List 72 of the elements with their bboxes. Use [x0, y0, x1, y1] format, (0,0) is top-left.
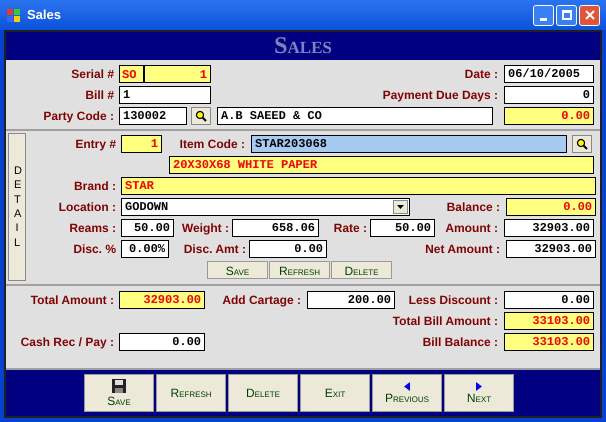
field-label: Disc. %	[72, 240, 117, 258]
field-label: Brand :	[73, 178, 117, 194]
left-arrow-icon	[404, 382, 410, 390]
toolbar-button[interactable]: Next	[444, 374, 514, 412]
detail-action-button[interactable]: Delete	[331, 261, 392, 279]
input-field[interactable]: 33103.00	[504, 332, 594, 350]
search-icon	[195, 110, 207, 122]
field-label: Less Discount :	[408, 292, 499, 308]
input-field[interactable]: 33103.00	[504, 312, 594, 330]
field-label: Bill Balance :	[422, 334, 499, 350]
input-field[interactable]: 0	[504, 86, 594, 104]
input-field[interactable]: 50.00	[370, 218, 435, 236]
toolbar-button[interactable]: Exit	[300, 374, 370, 412]
input-field[interactable]: 06/10/2005	[504, 64, 594, 82]
maximize-button[interactable]	[556, 4, 577, 26]
input-field[interactable]: 0.00	[506, 198, 596, 216]
input-field[interactable]: 200.00	[307, 290, 395, 308]
input-field[interactable]: 130002	[119, 106, 187, 124]
right-arrow-icon	[476, 382, 482, 390]
toolbar-button[interactable]: Save	[84, 374, 154, 412]
field-label: Item Code :	[178, 136, 246, 152]
input-field[interactable]: 0.00%	[121, 240, 169, 258]
field-label: Location :	[58, 198, 117, 216]
toolbar-button[interactable]: Delete	[228, 374, 298, 412]
field-label: Total Bill Amount :	[392, 312, 499, 330]
input-field[interactable]: 1	[121, 134, 162, 152]
input-field[interactable]: 0.00	[504, 106, 594, 124]
input-field[interactable]: 50.00	[121, 218, 174, 236]
field-label: Total Amount :	[30, 292, 115, 308]
close-button[interactable]	[579, 4, 600, 26]
serial-field[interactable]: SO 1	[119, 64, 211, 82]
field-label: Entry #	[74, 136, 117, 152]
detail-action-button[interactable]: Save	[207, 261, 268, 279]
input-field[interactable]: 0.00	[504, 290, 594, 308]
search-button[interactable]	[191, 106, 211, 124]
field-label: Rate :	[332, 220, 368, 236]
toolbar-button[interactable]: Previous	[372, 374, 442, 412]
field-label: Balance :	[446, 198, 501, 216]
input-field[interactable]: STAR203068	[251, 134, 567, 152]
input-field[interactable]: 1	[119, 86, 211, 104]
window-title: Sales	[27, 6, 61, 24]
field-label: Disc. Amt :	[182, 240, 247, 258]
input-field[interactable]: 32903.00	[506, 240, 596, 258]
field-label: Net Amount :	[424, 240, 501, 258]
input-field[interactable]: 658.06	[232, 218, 319, 236]
field-label: Bill #	[84, 86, 115, 104]
field-label: Weight :	[180, 220, 230, 236]
field-label: Payment Due Days :	[382, 86, 499, 104]
field-label: Serial #	[70, 66, 115, 82]
field-label: Reams :	[68, 220, 117, 236]
detail-action-button[interactable]: Refresh	[269, 261, 330, 279]
input-field[interactable]: 20X30X68 WHITE PAPER	[169, 156, 594, 174]
field-label: Date :	[464, 66, 499, 82]
input-field[interactable]: 0.00	[249, 240, 327, 258]
field-label: Party Code :	[42, 108, 115, 124]
search-icon	[576, 138, 588, 150]
toolbar-button[interactable]: Refresh	[156, 374, 226, 412]
minimize-button[interactable]	[533, 4, 554, 26]
field-label: Cash Rec / Pay :	[20, 334, 115, 350]
search-button[interactable]	[572, 134, 592, 152]
location-dropdown[interactable]: GODOWN	[121, 198, 410, 216]
app-icon	[6, 7, 22, 23]
input-field[interactable]: 32903.00	[119, 290, 205, 308]
input-field[interactable]: 32903.00	[504, 218, 594, 236]
header-banner: Sales	[6, 32, 600, 60]
close-icon	[584, 10, 594, 20]
field-label: Amount :	[444, 220, 499, 236]
input-field[interactable]: A.B SAEED & CO	[217, 106, 493, 124]
input-field[interactable]: 0.00	[119, 332, 205, 350]
field-label: Add Cartage :	[221, 292, 302, 308]
input-field[interactable]: STAR	[121, 176, 596, 194]
detail-tab[interactable]: DETAIL	[8, 133, 26, 281]
